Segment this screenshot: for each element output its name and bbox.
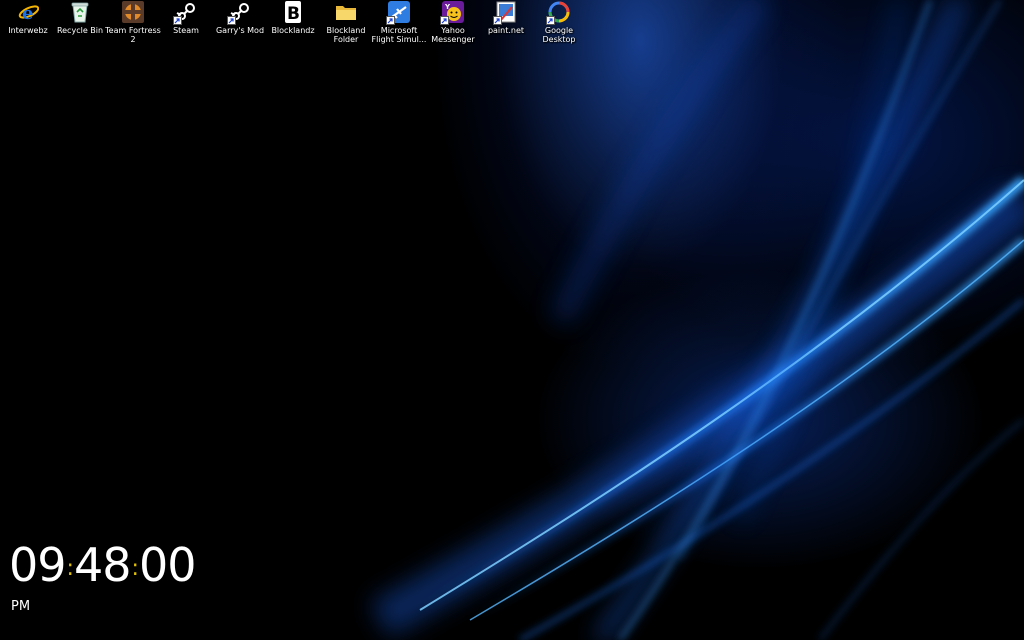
desktop[interactable]: e Interwebz Recycle Bin Team Fortress 2 … [0, 0, 1024, 640]
google-desktop-icon [546, 1, 570, 25]
desktop-icon-garrys-mod[interactable]: Garry's Mod [212, 0, 268, 35]
desktop-icon-interwebz[interactable]: e Interwebz [0, 0, 56, 35]
desktop-icon-google-desktop[interactable]: Google Desktop [531, 0, 587, 44]
icon-label: Recycle Bin [56, 26, 104, 35]
desktop-icon-blocklandz[interactable]: B Blocklandz [265, 0, 321, 35]
clock-seconds: 00 [138, 538, 197, 592]
desktop-icon-flight-simulator[interactable]: Microsoft Flight Simul... [371, 0, 427, 44]
clock-separator: : [131, 556, 139, 581]
team-fortress-2-icon [122, 1, 144, 23]
folder-icon [335, 1, 357, 23]
icon-label: Blockland Folder [326, 26, 366, 44]
shortcut-arrow-icon [546, 16, 555, 25]
paint-net-icon [493, 1, 517, 25]
shortcut-arrow-icon [386, 16, 395, 25]
shortcut-arrow-icon [227, 16, 236, 25]
steam-icon [227, 1, 251, 25]
icon-label: paint.net [487, 26, 525, 35]
svg-text:Y: Y [444, 3, 451, 11]
desktop-icon-blockland-folder[interactable]: Blockland Folder [318, 0, 374, 44]
desktop-icon-paint-net[interactable]: paint.net [478, 0, 534, 35]
clock-time: 09:48:00 [9, 538, 197, 599]
clock-minutes: 48 [73, 538, 132, 592]
internet-explorer-icon: e [17, 1, 39, 23]
recycle-bin-icon [69, 1, 91, 23]
shortcut-arrow-icon [493, 16, 502, 25]
svg-text:B: B [287, 4, 300, 23]
steam-icon [173, 1, 197, 25]
icon-label: Steam [173, 26, 199, 35]
desktop-clock-widget: 09:48:00 PM [9, 538, 197, 614]
icon-label: Blocklandz [271, 26, 315, 35]
desktop-icon-team-fortress-2[interactable]: Team Fortress 2 [105, 0, 161, 44]
shortcut-arrow-icon [173, 16, 182, 25]
icon-label: Garry's Mod [215, 26, 265, 35]
clock-ampm: PM [11, 599, 31, 614]
shortcut-arrow-icon [440, 16, 449, 25]
yahoo-messenger-icon: Y [440, 1, 464, 25]
flight-simulator-icon [386, 1, 410, 25]
desktop-icon-yahoo-messenger[interactable]: Y Yahoo Messenger [425, 0, 481, 44]
blockland-icon: B [282, 1, 304, 23]
desktop-icon-steam[interactable]: Steam [158, 0, 214, 35]
clock-separator: : [66, 556, 74, 581]
icon-label: Google Desktop [542, 26, 576, 44]
clock-hours: 09 [9, 538, 67, 592]
desktop-icon-recycle-bin[interactable]: Recycle Bin [52, 0, 108, 35]
icon-label: Microsoft Flight Simul... [371, 26, 427, 44]
icon-label: Interwebz [8, 26, 48, 35]
icon-label: Team Fortress 2 [105, 26, 161, 44]
svg-text:e: e [22, 3, 33, 23]
icon-label: Yahoo Messenger [431, 26, 475, 44]
